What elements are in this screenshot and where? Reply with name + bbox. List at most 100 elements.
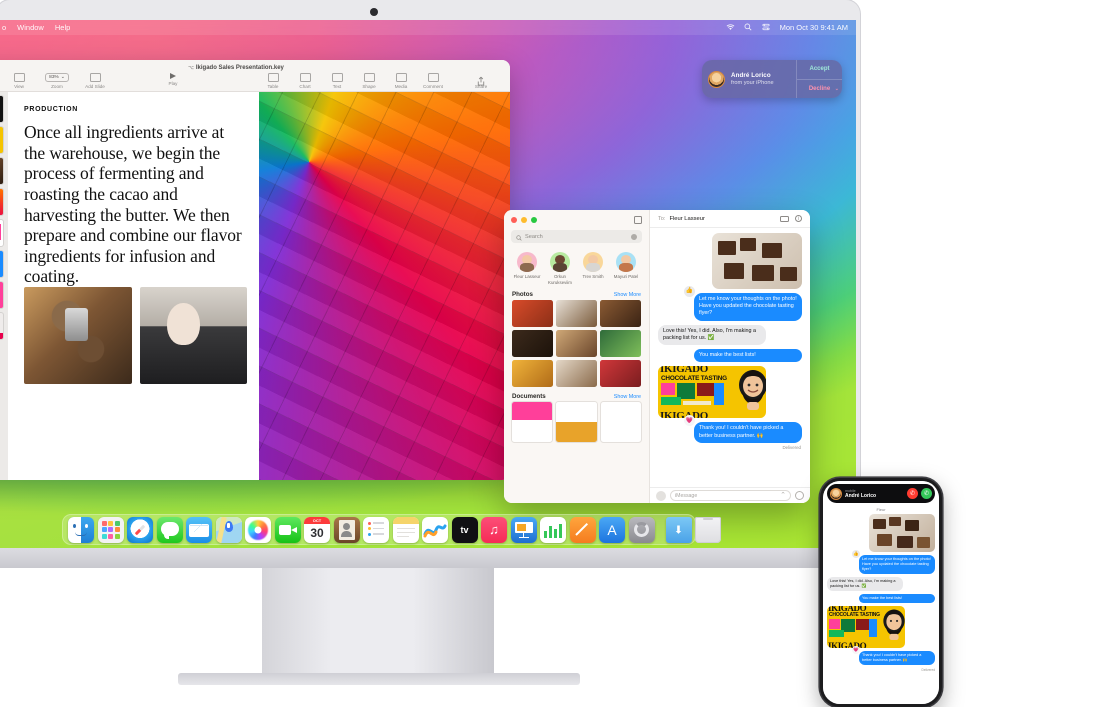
facetime-video-icon[interactable] — [779, 215, 789, 222]
photo-thumbnail[interactable] — [556, 330, 597, 357]
message-bubble[interactable]: 💗 Thank you! I couldn't have picked a be… — [852, 646, 935, 665]
menu-item-app[interactable]: o — [2, 23, 6, 32]
dock-item-keynote[interactable] — [510, 516, 537, 543]
maximize-button[interactable] — [531, 217, 537, 223]
search-input[interactable]: Search — [511, 230, 642, 243]
dock-item-messages[interactable] — [156, 516, 183, 543]
close-button[interactable] — [511, 217, 517, 223]
app-store-icon[interactable] — [656, 490, 666, 501]
dock[interactable]: OCT 30 tv ♫ A ⬇ — [62, 514, 721, 545]
keynote-document-title[interactable]: ⌥ Ikigado Sales Presentation.key — [0, 65, 510, 71]
dock-item-reminders[interactable] — [363, 516, 389, 543]
thread-messages[interactable]: 👍 Let me know your thoughts on the photo… — [650, 228, 810, 487]
dock-item-maps[interactable] — [215, 516, 242, 543]
message-bubble[interactable]: Love this! Yes, I did. Also, I'm making … — [827, 577, 903, 591]
info-icon[interactable]: i — [794, 214, 802, 223]
compose-icon[interactable] — [634, 216, 642, 224]
keynote-add-slide-button[interactable]: Add Slide — [82, 73, 108, 89]
photo-thumbnail[interactable] — [556, 300, 597, 327]
messages-window[interactable]: Search Fleur Lasseur Orkun Kurukseviim T — [504, 210, 810, 503]
dock-item-photos[interactable] — [245, 516, 271, 543]
document-thumbnail[interactable] — [556, 402, 597, 442]
tapback-thumbsup[interactable]: 👍 — [852, 550, 860, 558]
message-bubble[interactable]: You make the best lists! — [694, 349, 802, 363]
contact-item[interactable]: Trev Smith — [578, 252, 608, 285]
dock-item-notes[interactable] — [392, 516, 419, 543]
photos-show-more-link[interactable]: Show More — [614, 292, 641, 298]
keynote-play-button[interactable]: Play — [160, 73, 186, 86]
message-input[interactable]: iMessage ⌃ — [670, 490, 791, 501]
photo-message[interactable] — [869, 514, 935, 552]
keynote-share-button[interactable]: Share — [468, 73, 494, 89]
message-bubble[interactable]: 💗 Thank you! I couldn't have picked a be… — [684, 415, 802, 443]
accept-call-button[interactable]: Accept — [797, 60, 842, 79]
dock-item-finder[interactable] — [68, 516, 94, 543]
minimize-button[interactable] — [521, 217, 527, 223]
wifi-icon[interactable] — [726, 23, 735, 32]
keynote-slide-navigator[interactable]: ADOCOMPANY mpany sellspremiumd Japanese — [0, 92, 8, 480]
dock-item-downloads[interactable]: ⬇ — [665, 516, 692, 543]
slide-thumbnail[interactable] — [0, 313, 3, 339]
slide-thumbnail[interactable] — [0, 158, 3, 184]
dock-item-calendar[interactable]: OCT 30 — [304, 516, 330, 543]
dock-item-launchpad[interactable] — [97, 516, 124, 543]
tapback-heart[interactable]: 💗 — [852, 646, 860, 654]
document-thumbnail[interactable] — [512, 402, 553, 442]
slide-thumbnail[interactable] — [0, 189, 3, 215]
accept-call-button[interactable]: ✆ — [921, 488, 932, 499]
menu-item-help[interactable]: Help — [55, 23, 70, 32]
document-thumbnail[interactable] — [600, 402, 641, 442]
slide-thumbnail[interactable]: mpany sellspremiumd Japanese — [0, 127, 3, 153]
keynote-comment-button[interactable]: Comment — [420, 73, 446, 89]
decline-call-button[interactable]: Decline ⌄ — [797, 78, 842, 99]
dock-item-mail[interactable] — [186, 516, 212, 543]
keynote-shape-button[interactable]: Shape — [356, 73, 382, 89]
iphone-message-thread[interactable]: Fleur 👍 Let me know your thoughts on the… — [823, 505, 939, 704]
dock-item-app-store[interactable]: A — [599, 516, 625, 543]
slide-thumbnail[interactable] — [0, 251, 3, 277]
facetime-notification[interactable]: André Lorico from your iPhone Accept Dec… — [702, 60, 842, 98]
flyer-attachment[interactable]: IKIGADO CHOCOLATE TASTING IKIGADO — [827, 606, 905, 648]
photo-thumbnail[interactable] — [512, 330, 553, 357]
search-icon[interactable] — [744, 23, 753, 32]
message-bubble[interactable]: 👍 Let me know your thoughts on the photo… — [684, 286, 802, 321]
menu-bar-clock[interactable]: Mon Oct 30 9:41 AM — [780, 23, 848, 32]
iphone-device[interactable]: mobile André Lorico ✆ ✆ Fleur 👍 Let me k… — [820, 478, 942, 707]
keynote-slide-canvas[interactable]: PRODUCTION Once all ingredients arrive a… — [8, 92, 510, 480]
contact-item[interactable]: Orkun Kurukseviim — [545, 252, 575, 285]
keynote-zoom-control[interactable]: 83% ⌄ Zoom — [44, 73, 70, 89]
tapback-heart[interactable]: 💗 — [684, 415, 695, 427]
slide-thumbnail[interactable] — [0, 282, 3, 308]
message-bubble[interactable]: Love this! Yes, I did. Also, I'm making … — [658, 324, 766, 346]
dock-item-music[interactable]: ♫ — [481, 516, 507, 543]
keynote-view-button[interactable]: View — [6, 73, 32, 89]
dock-item-numbers[interactable] — [540, 516, 566, 543]
control-center-icon[interactable] — [762, 23, 771, 32]
keynote-window[interactable]: ⌥ Ikigado Sales Presentation.key View 83%… — [0, 60, 510, 480]
dock-item-facetime[interactable] — [274, 516, 301, 543]
contact-item[interactable]: Mayuri Patel — [611, 252, 641, 285]
iphone-incoming-call-banner[interactable]: mobile André Lorico ✆ ✆ — [827, 484, 935, 503]
message-bubble[interactable]: You make the best lists! — [859, 594, 935, 603]
keynote-chart-button[interactable]: Chart — [292, 73, 318, 89]
decline-call-button[interactable]: ✆ — [907, 488, 918, 499]
dock-item-safari[interactable] — [127, 516, 153, 543]
dock-item-apple-tv[interactable]: tv — [451, 516, 478, 543]
message-bubble[interactable]: 👍 Let me know your thoughts on the photo… — [852, 550, 935, 574]
clear-search-icon[interactable] — [631, 233, 637, 240]
send-icon[interactable]: ⌃ — [780, 492, 786, 499]
dock-item-system-settings[interactable] — [628, 516, 655, 543]
thread-recipient[interactable]: Fleur Lasseur — [669, 216, 704, 222]
keynote-table-button[interactable]: Table — [260, 73, 286, 89]
emoji-icon[interactable] — [795, 491, 804, 500]
dock-item-pages[interactable] — [569, 516, 596, 543]
tapback-thumbsup[interactable]: 👍 — [684, 286, 695, 297]
photo-thumbnail[interactable] — [600, 300, 641, 327]
chevron-down-icon[interactable]: ⌄ — [835, 86, 839, 92]
photo-thumbnail[interactable] — [512, 300, 553, 327]
keynote-media-button[interactable]: Media — [388, 73, 414, 89]
dock-item-contacts[interactable] — [333, 516, 360, 543]
photo-thumbnail[interactable] — [600, 330, 641, 357]
slide-thumbnail[interactable] — [0, 220, 3, 246]
photo-thumbnail[interactable] — [512, 360, 553, 387]
